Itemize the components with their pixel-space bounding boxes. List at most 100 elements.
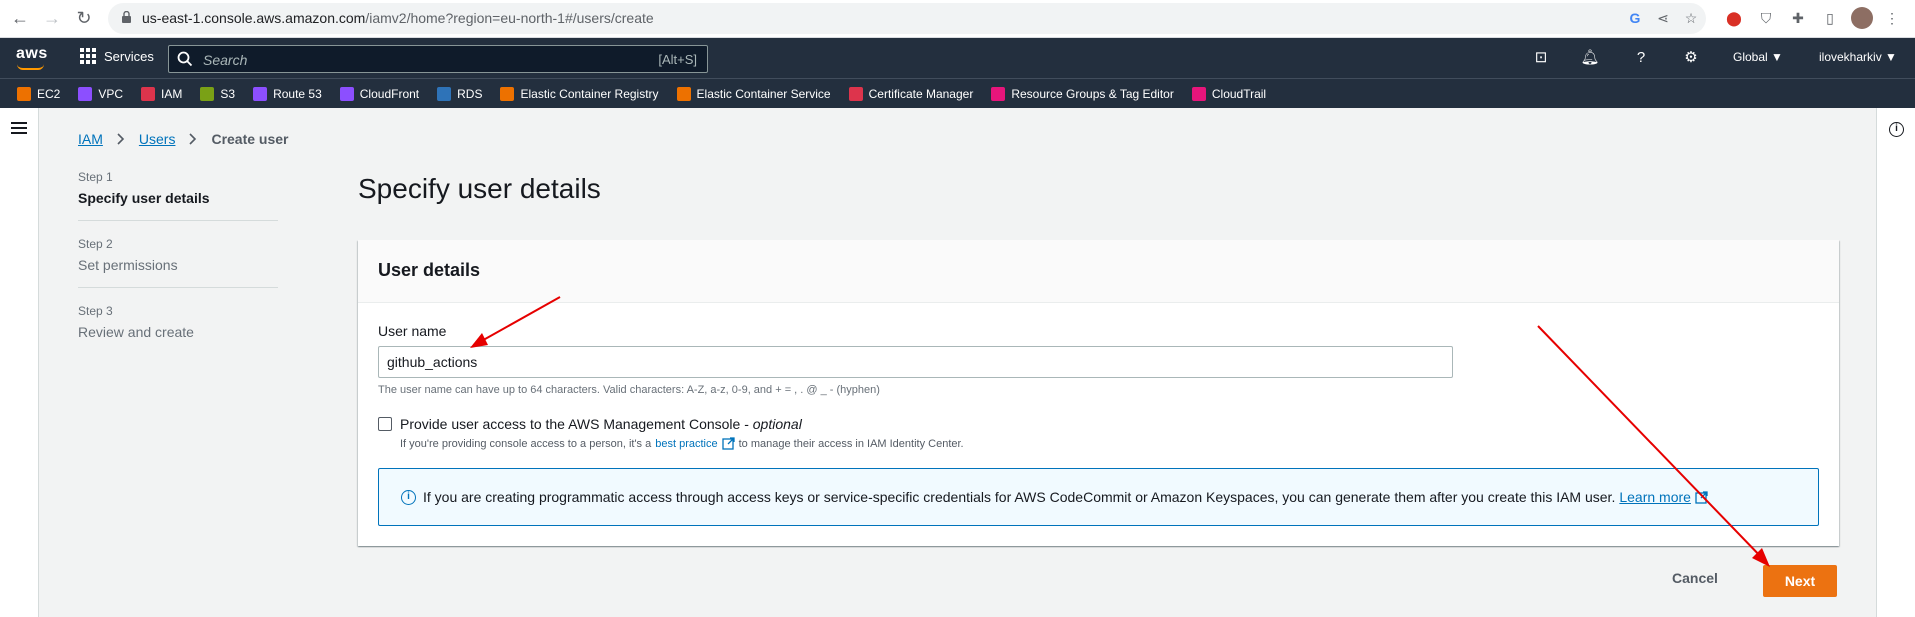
favorite-cloudtrail[interactable]: CloudTrail [1191,86,1267,101]
left-navigation-rail [0,108,39,617]
region-selector[interactable]: Global ▼ [1733,50,1783,64]
favorite-certificate-manager[interactable]: Certificate Manager [848,86,974,101]
address-bar[interactable]: us-east-1.console.aws.amazon.com/iamv2/h… [108,3,1706,34]
favorite-elastic-container-registry[interactable]: Elastic Container Registry [500,86,659,101]
services-grid-icon [80,48,96,64]
step-label: Review and create [78,324,194,340]
favorite-elastic-container-service[interactable]: Elastic Container Service [676,86,831,101]
service-icon [676,86,691,101]
favorite-resource-groups-tag-editor[interactable]: Resource Groups & Tag Editor [991,86,1174,101]
panel-header: User details [358,240,1839,303]
favorite-route-53[interactable]: Route 53 [253,86,322,101]
step-label: Set permissions [78,257,178,273]
step-1: Step 1 Specify user details [78,170,278,221]
favorite-label: Route 53 [273,86,322,101]
back-icon[interactable]: ← [8,6,32,30]
browser-toolbar: ← → ↻ us-east-1.console.aws.amazon.com/i… [0,0,1915,38]
extension-red-icon[interactable]: ⬤ [1723,7,1745,29]
extension-shield-icon[interactable]: ⛉ [1755,7,1777,29]
favorite-label: EC2 [37,86,61,101]
favorite-label: S3 [220,86,236,101]
lock-icon [122,11,131,23]
favorite-s3[interactable]: S3 [200,86,236,101]
step-3: Step 3 Review and create [78,304,278,354]
side-panel-icon[interactable]: ▯ [1819,7,1841,29]
share-icon[interactable]: ⋖ [1652,7,1674,29]
favorite-label: Elastic Container Service [696,86,831,101]
step-number: Step 2 [78,237,113,251]
search-shortcut-hint: [Alt+S] [658,52,697,67]
cloudshell-icon[interactable]: ⊡ [1530,47,1552,69]
service-icon [339,86,354,101]
console-access-checkbox[interactable] [378,417,392,431]
step-number: Step 3 [78,304,113,318]
extensions-puzzle-icon[interactable]: ✚ [1787,7,1809,29]
breadcrumb-users-link[interactable]: Users [139,131,176,147]
console-access-description: If you're providing console access to a … [400,437,964,450]
breadcrumb-current: Create user [211,131,289,147]
service-icon [1191,86,1206,101]
favorite-cloudfront[interactable]: CloudFront [339,86,420,101]
aws-logo[interactable]: aws [16,45,48,70]
programmatic-access-info-alert: i If you are creating programmatic acces… [378,468,1819,526]
favorite-label: RDS [457,86,483,101]
service-icon [200,86,215,101]
user-name-label: User name [378,323,447,339]
favorite-label: Certificate Manager [868,86,974,101]
breadcrumb-iam-link[interactable]: IAM [78,131,103,147]
external-link-icon [721,437,735,450]
next-button[interactable]: Next [1763,565,1837,597]
cancel-button[interactable]: Cancel [1672,570,1718,586]
info-message: If you are creating programmatic access … [423,489,1708,505]
service-icon [437,86,452,101]
reload-icon[interactable]: ↻ [72,6,96,30]
step-2: Step 2 Set permissions [78,237,278,288]
help-icon[interactable]: ? [1630,47,1652,69]
user-name-constraint: The user name can have up to 64 characte… [378,384,880,396]
favorite-label: CloudTrail [1211,86,1267,101]
service-icon [500,86,515,101]
menu-hamburger-icon[interactable] [11,122,27,134]
favorite-label: Elastic Container Registry [520,86,659,101]
settings-gear-icon[interactable]: ⚙ [1680,47,1702,69]
search-input[interactable] [203,50,603,70]
learn-more-link[interactable]: Learn more [1619,489,1691,505]
right-tools-rail: i [1876,108,1915,617]
forward-icon[interactable]: → [40,6,64,30]
page-title: Specify user details [358,173,601,204]
browser-menu-icon[interactable]: ⋮ [1881,7,1903,29]
services-menu-button[interactable]: Services [80,48,154,64]
console-access-label: Provide user access to the AWS Managemen… [400,416,802,432]
profile-avatar[interactable] [1851,7,1873,29]
global-search[interactable]: [Alt+S] [168,45,708,73]
notifications-bell-icon[interactable]: 🔔︎ [1579,47,1601,69]
account-menu[interactable]: ilovekharkiv ▼ [1819,50,1897,64]
chevron-right-icon [189,133,197,145]
step-label: Specify user details [78,190,210,206]
external-link-icon [1695,490,1708,504]
wizard-steps: Step 1 Specify user details Step 2 Set p… [78,170,278,370]
service-icon [141,86,156,101]
favorite-label: CloudFront [359,86,420,101]
favorite-ec2[interactable]: EC2 [17,86,61,101]
url-text: us-east-1.console.aws.amazon.com/iamv2/h… [142,10,654,26]
favorite-rds[interactable]: RDS [437,86,483,101]
best-practice-link[interactable]: best practice [655,438,717,450]
aws-top-nav: aws Services [Alt+S] ⊡ 🔔︎ ? ⚙ Global ▼ i… [0,38,1915,78]
bookmark-star-icon[interactable]: ☆ [1680,7,1702,29]
user-name-input[interactable] [378,346,1453,378]
panel-title: User details [378,260,481,280]
info-panel-icon[interactable]: i [1889,122,1904,137]
chevron-right-icon [117,133,125,145]
step-number: Step 1 [78,170,113,184]
favorite-label: VPC [98,86,124,101]
favorite-vpc[interactable]: VPC [78,86,124,101]
breadcrumb: IAM Users Create user [78,131,289,147]
service-icon [17,86,31,101]
service-icon [991,86,1006,101]
user-details-panel: User details User name The user name can… [358,240,1839,546]
google-icon[interactable]: G [1624,7,1646,29]
favorite-iam[interactable]: IAM [141,86,182,101]
info-icon: i [401,490,416,505]
favorites-bar: EC2 VPC IAM S3 Route 53 CloudFront RDS Elastic … [0,78,1915,108]
